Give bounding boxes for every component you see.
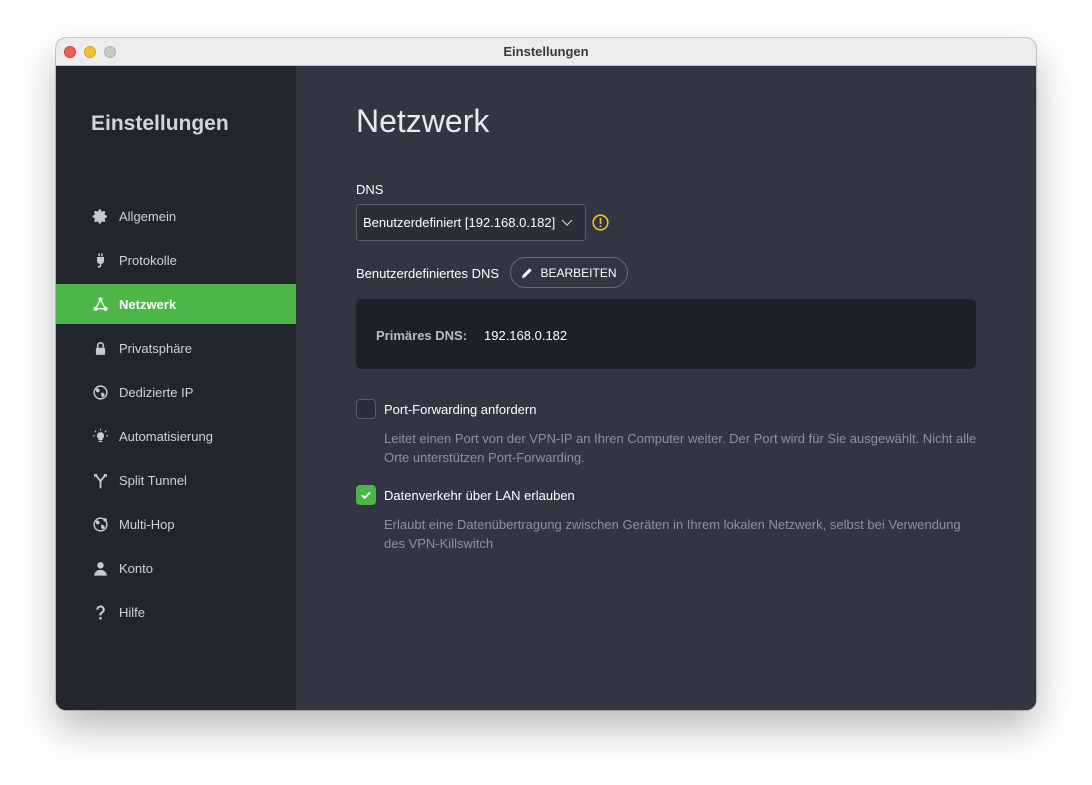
dns-info-box: Primäres DNS: 192.168.0.182 <box>356 299 976 369</box>
help-icon <box>91 603 109 621</box>
sidebar-title: Einstellungen <box>91 112 229 135</box>
window-title: Einstellungen <box>503 44 589 59</box>
sidebar-item-hilfe[interactable]: Hilfe <box>56 592 296 632</box>
lan-traffic-checkbox[interactable] <box>356 485 376 505</box>
dns-label: DNS <box>356 182 384 197</box>
sidebar-item-automatisierung[interactable]: Automatisierung <box>56 416 296 456</box>
user-icon <box>91 559 109 577</box>
sidebar-item-label: Hilfe <box>119 604 146 620</box>
primary-dns-label: Primäres DNS: <box>376 328 468 343</box>
page-title: Netzwerk <box>356 103 490 139</box>
sidebar-item-netzwerk[interactable]: Netzwerk <box>56 284 296 324</box>
settings-window: Einstellungen Einstellungen Allgemein Pr… <box>56 38 1036 710</box>
warning-icon[interactable] <box>592 214 609 231</box>
primary-dns-value: 192.168.0.182 <box>484 328 568 343</box>
custom-dns-label: Benutzerdefiniertes DNS <box>356 266 500 281</box>
dns-select[interactable]: Benutzerdefiniert [192.168.0.182] <box>356 204 586 241</box>
network-settings-panel: Netzwerk DNS Benutzerdefiniert [192.168.… <box>296 66 1036 710</box>
sidebar-item-label: Split Tunnel <box>119 472 187 488</box>
globe-network-icon <box>91 515 109 533</box>
gear-icon <box>91 207 109 225</box>
split-icon <box>91 471 109 489</box>
sidebar-item-privatsphaere[interactable]: Privatsphäre <box>56 328 296 368</box>
lan-traffic-label[interactable]: Datenverkehr über LAN erlauben <box>384 488 575 503</box>
sidebar-item-label: Netzwerk <box>119 296 177 312</box>
sidebar-item-allgemein[interactable]: Allgemein <box>56 196 296 236</box>
lan-traffic-description: Erlaubt eine Datenübertragung zwischen G… <box>384 517 961 551</box>
title-bar: Einstellungen <box>56 38 1036 66</box>
globe-icon <box>91 383 109 401</box>
sidebar-item-label: Dedizierte IP <box>119 384 194 400</box>
dns-select-value: Benutzerdefiniert [192.168.0.182] <box>363 215 556 230</box>
port-forwarding-checkbox[interactable] <box>356 399 376 419</box>
sidebar-item-label: Automatisierung <box>119 428 213 444</box>
lightbulb-icon <box>91 427 109 445</box>
chevron-down-icon <box>561 216 573 231</box>
sidebar-item-dedizierte-ip[interactable]: Dedizierte IP <box>56 372 296 412</box>
port-forwarding-description: Leitet einen Port von der VPN-IP an Ihre… <box>384 431 977 465</box>
sidebar-item-label: Konto <box>119 560 153 576</box>
plug-icon <box>91 251 109 269</box>
sidebar-item-label: Multi-Hop <box>119 516 175 532</box>
sidebar-item-label: Protokolle <box>119 252 177 268</box>
lock-icon <box>91 339 109 357</box>
edit-dns-button[interactable]: BEARBEITEN <box>510 257 628 288</box>
sidebar-item-split-tunnel[interactable]: Split Tunnel <box>56 460 296 500</box>
sidebar-nav: Allgemein Protokolle Netzwerk Privatsphä… <box>56 196 296 636</box>
port-forwarding-label[interactable]: Port-Forwarding anfordern <box>384 402 536 417</box>
pencil-icon <box>521 267 540 279</box>
checkmark-icon <box>360 489 372 501</box>
network-icon <box>91 295 109 313</box>
sidebar: Einstellungen Allgemein Protokolle Netzw… <box>56 66 296 710</box>
sidebar-item-label: Allgemein <box>119 208 177 224</box>
sidebar-item-label: Privatsphäre <box>119 340 192 356</box>
sidebar-item-protokolle[interactable]: Protokolle <box>56 240 296 280</box>
sidebar-item-konto[interactable]: Konto <box>56 548 296 588</box>
sidebar-item-multi-hop[interactable]: Multi-Hop <box>56 504 296 544</box>
edit-dns-button-label: BEARBEITEN <box>540 265 617 280</box>
